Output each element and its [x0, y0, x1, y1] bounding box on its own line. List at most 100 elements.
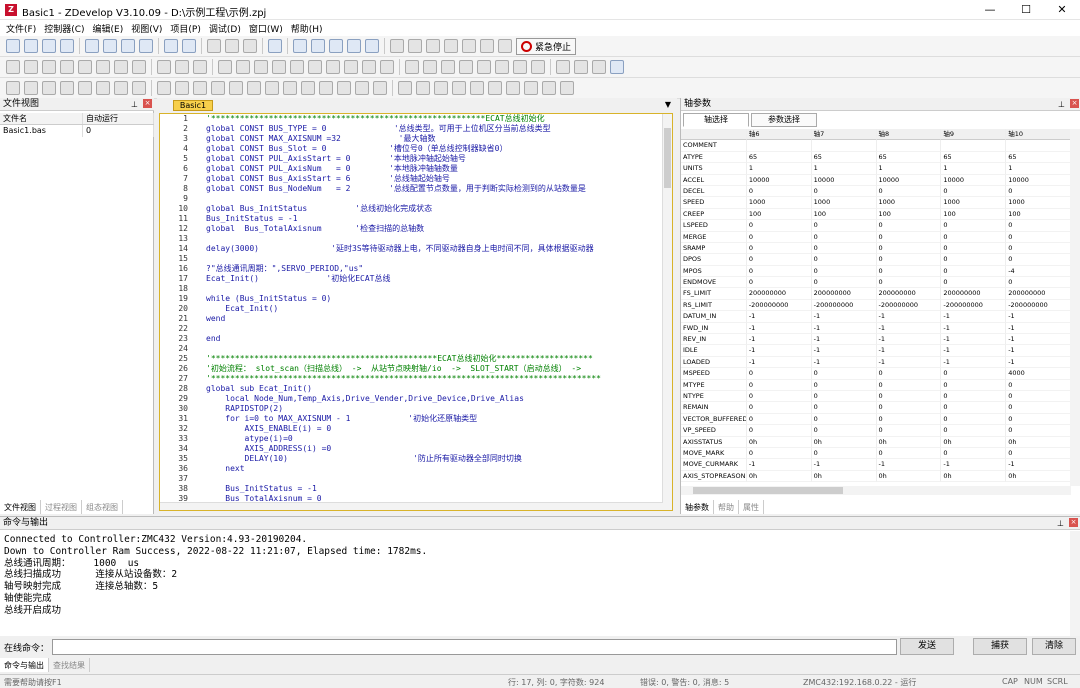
- ladder-branch2-icon[interactable]: [416, 81, 430, 95]
- param-value[interactable]: 0: [876, 413, 942, 426]
- param-value[interactable]: 65: [746, 151, 812, 164]
- bus-icon[interactable]: [139, 39, 153, 53]
- ladder-s6-icon[interactable]: [373, 81, 387, 95]
- param-value[interactable]: -1: [876, 311, 942, 323]
- meter-icon[interactable]: [441, 60, 455, 74]
- param-value[interactable]: 0: [941, 254, 1007, 266]
- param-value[interactable]: 0: [746, 185, 812, 198]
- param-value[interactable]: 0: [876, 368, 942, 380]
- param-value[interactable]: -1: [941, 345, 1007, 357]
- param-value[interactable]: 0h: [746, 436, 812, 448]
- param-value[interactable]: 0: [876, 220, 942, 232]
- param-value[interactable]: -1: [1006, 459, 1071, 471]
- ladder-hline-icon[interactable]: [524, 81, 538, 95]
- param-value[interactable]: 0: [1006, 277, 1071, 289]
- param-value[interactable]: -1: [876, 459, 942, 471]
- param-value[interactable]: 0: [876, 402, 942, 414]
- code-line[interactable]: [206, 324, 662, 334]
- close-icon[interactable]: ×: [143, 99, 152, 108]
- param-value[interactable]: 0: [1006, 220, 1071, 232]
- param-value[interactable]: 0: [941, 379, 1007, 391]
- param-value[interactable]: 4000: [1006, 368, 1071, 380]
- axis-select-button[interactable]: 轴选择: [683, 113, 749, 127]
- code-line[interactable]: [206, 344, 662, 354]
- param-value[interactable]: 0: [941, 390, 1007, 403]
- ladder-inv-icon[interactable]: [132, 81, 146, 95]
- code-line[interactable]: delay(3000) '延时3S等待驱动器上电，不同驱动器自身上电时间不同，具…: [206, 244, 662, 254]
- input-box-icon[interactable]: [290, 60, 304, 74]
- param-value[interactable]: -1: [746, 322, 812, 335]
- code-line[interactable]: global CONST MAX_AXISNUM =32 '最大轴数: [206, 134, 662, 144]
- polyline-icon[interactable]: [24, 60, 38, 74]
- param-value[interactable]: -1: [941, 356, 1007, 369]
- param-value[interactable]: 200000000: [941, 288, 1007, 300]
- param-value[interactable]: 0: [876, 390, 942, 403]
- param-value[interactable]: 0: [746, 447, 812, 460]
- param-value[interactable]: 200000000: [746, 288, 812, 300]
- param-value[interactable]: 0: [941, 447, 1007, 460]
- param-value[interactable]: 0: [876, 265, 942, 278]
- ladder-s4-icon[interactable]: [337, 81, 351, 95]
- pause-icon[interactable]: [426, 39, 440, 53]
- param-value[interactable]: 100: [876, 208, 942, 221]
- ladder-s5-icon[interactable]: [355, 81, 369, 95]
- param-value[interactable]: -1: [811, 356, 877, 369]
- param-value[interactable]: -4: [1006, 265, 1071, 278]
- monitor-icon[interactable]: [365, 39, 379, 53]
- menu-project[interactable]: 项目(P): [168, 20, 206, 36]
- ladder-nc-icon[interactable]: [42, 81, 56, 95]
- record-icon[interactable]: [480, 39, 494, 53]
- param-value[interactable]: 0: [876, 231, 942, 243]
- param-value[interactable]: -200000000: [876, 299, 942, 312]
- save-icon[interactable]: [60, 39, 74, 53]
- param-value[interactable]: 0h: [876, 436, 942, 448]
- param-value[interactable]: -1: [876, 356, 942, 369]
- param-value[interactable]: 1000: [876, 197, 942, 209]
- param-value[interactable]: 1: [746, 163, 812, 175]
- menu-edit[interactable]: 编辑(E): [91, 20, 130, 36]
- text-icon[interactable]: [556, 60, 570, 74]
- layout-icon[interactable]: [574, 60, 588, 74]
- param-value[interactable]: -200000000: [811, 299, 877, 312]
- code-line[interactable]: [206, 474, 662, 484]
- param-value[interactable]: 0: [746, 220, 812, 232]
- pin-icon[interactable]: ⊥: [1058, 99, 1065, 111]
- cut-icon[interactable]: [207, 39, 221, 53]
- tab-help[interactable]: 帮助: [714, 500, 739, 514]
- paste-icon[interactable]: [243, 39, 257, 53]
- param-value[interactable]: 0: [746, 265, 812, 278]
- param-value[interactable]: 65: [811, 151, 877, 164]
- param-value[interactable]: 0: [1006, 402, 1071, 414]
- ladder-branch4-icon[interactable]: [452, 81, 466, 95]
- param-value[interactable]: 10000: [811, 174, 877, 186]
- code-area[interactable]: '***************************************…: [206, 114, 662, 510]
- param-value[interactable]: -1: [1006, 322, 1071, 335]
- param-value[interactable]: 0: [811, 254, 877, 266]
- param-value[interactable]: 0: [941, 242, 1007, 255]
- grid-vertical-scrollbar[interactable]: [1070, 129, 1080, 486]
- param-value[interactable]: 0: [746, 277, 812, 289]
- ladder-fall-icon[interactable]: [78, 81, 92, 95]
- ladder-branch3-icon[interactable]: [434, 81, 448, 95]
- code-line[interactable]: global sub Ecat_Init(): [206, 384, 662, 394]
- ladder-rise-icon[interactable]: [60, 81, 74, 95]
- ladder-branch-icon[interactable]: [398, 81, 412, 95]
- param-value[interactable]: 0: [941, 265, 1007, 278]
- param-value[interactable]: 0: [746, 390, 812, 403]
- menu-window[interactable]: 窗口(W): [247, 20, 289, 36]
- param-value[interactable]: 1000: [811, 197, 877, 209]
- param-value[interactable]: 0: [1006, 242, 1071, 255]
- code-editor[interactable]: 1 2 3 4 5 6 7 8 9 10 11 12 13 14 15 16 17 18 19 20 21 22 23 24 2…: [159, 113, 673, 511]
- code-line[interactable]: DELAY(10) '防止所有驱动器全部同时切换: [206, 454, 662, 464]
- upload-icon[interactable]: [347, 39, 361, 53]
- param-value[interactable]: 0: [746, 379, 812, 391]
- network-tree-icon[interactable]: [121, 39, 135, 53]
- param-value[interactable]: [746, 140, 812, 152]
- axis-column-header[interactable]: 轴10: [1006, 129, 1071, 141]
- ladder-coil-icon[interactable]: [24, 81, 38, 95]
- param-value[interactable]: -1: [941, 334, 1007, 346]
- param-value[interactable]: 0: [876, 242, 942, 255]
- download-ram-icon[interactable]: [311, 39, 325, 53]
- code-line[interactable]: ?"总线通讯周期：",SERVO_PERIOD,"us": [206, 264, 662, 274]
- table-icon[interactable]: [157, 60, 171, 74]
